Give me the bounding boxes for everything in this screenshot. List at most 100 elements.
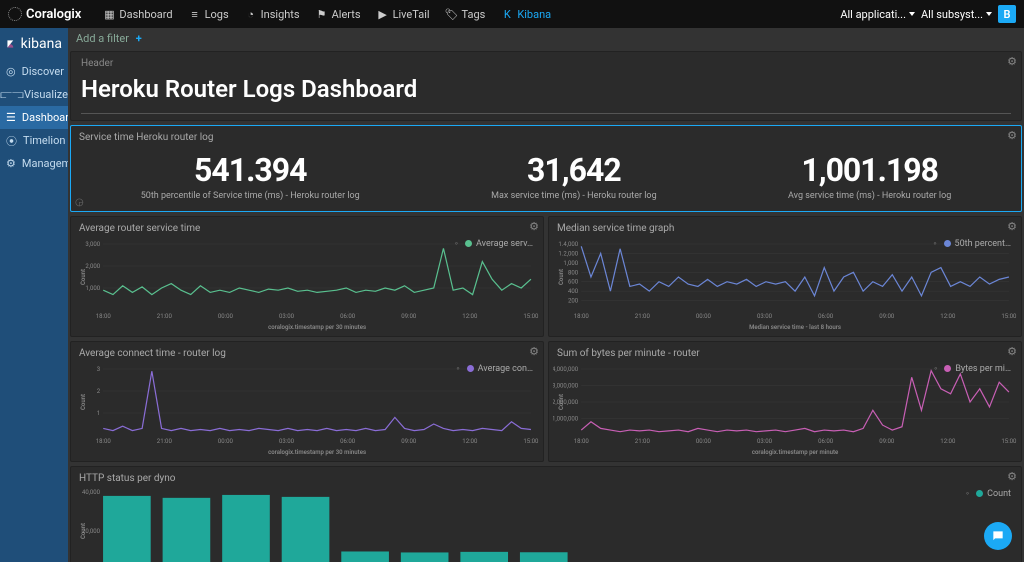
- svg-text:1,000: 1,000: [563, 260, 578, 267]
- chart-legend[interactable]: ◦50th percent…: [933, 238, 1011, 249]
- gear-icon[interactable]: ⚙: [1007, 220, 1017, 233]
- svg-text:06:00: 06:00: [818, 313, 834, 320]
- legend-label: Bytes per mi…: [955, 364, 1011, 374]
- gear-icon[interactable]: ⚙: [1007, 470, 1017, 483]
- svg-text:03:00: 03:00: [279, 313, 295, 320]
- brand-icon: [8, 7, 22, 21]
- spy-icon[interactable]: ◶: [75, 197, 84, 208]
- chart-legend[interactable]: ◦Bytes per mi…: [934, 363, 1011, 374]
- main: Add a filter + Header ⚙ Heroku Router Lo…: [68, 28, 1024, 562]
- logs-icon: ≡: [189, 8, 201, 20]
- metric: 541.394 50th percentile of Service time (…: [141, 151, 360, 201]
- sidebar-item-discover[interactable]: ◎Discover: [0, 60, 68, 83]
- svg-text:1,000,000: 1,000,000: [553, 416, 579, 423]
- chat-fab[interactable]: [984, 522, 1012, 550]
- header-panel: Header ⚙ Heroku Router Logs Dashboard: [70, 51, 1022, 121]
- svg-text:21:00: 21:00: [157, 313, 173, 320]
- nav-tags[interactable]: 🏷Tags: [438, 4, 494, 25]
- svg-text:00:00: 00:00: [696, 313, 712, 320]
- sidebar-item-dashboard[interactable]: ☰Dashboard: [0, 106, 68, 129]
- svg-text:coralogix.timestamp per 30 min: coralogix.timestamp per 30 minutes: [268, 324, 366, 331]
- svg-text:21:00: 21:00: [635, 313, 651, 320]
- bar[interactable]: [460, 552, 508, 562]
- gear-icon[interactable]: ⚙: [529, 220, 539, 233]
- svg-text:00:00: 00:00: [218, 438, 234, 445]
- svg-text:21:00: 21:00: [157, 438, 173, 445]
- svg-text:Count: Count: [80, 269, 87, 285]
- metric-label: Avg service time (ms) - Heroku router lo…: [788, 191, 951, 201]
- bar[interactable]: [222, 495, 270, 562]
- bar[interactable]: [341, 551, 389, 562]
- tags-icon: 🏷: [446, 8, 458, 20]
- kibana-brand: kibana: [0, 28, 68, 60]
- add-filter-label: Add a filter: [76, 32, 129, 45]
- line-chart: 2004006008001,0001.2,0001.4,00018:0021:0…: [553, 236, 1017, 332]
- svg-text:18:00: 18:00: [96, 313, 112, 320]
- header-panel-label: Header: [81, 58, 113, 69]
- svg-text:600: 600: [568, 279, 579, 286]
- metric-value: 541.394: [141, 151, 360, 189]
- metrics-panel: Service time Heroku router log ⚙ ◶ 541.3…: [70, 125, 1022, 212]
- chart-legend[interactable]: ◦Count: [966, 488, 1011, 499]
- svg-text:Count: Count: [558, 269, 565, 285]
- sidebar: kibana ◎Discover⫍⫎Visualize☰Dashboard⦿Ti…: [0, 28, 68, 562]
- gear-icon[interactable]: ⚙: [1007, 129, 1017, 142]
- chart-legend[interactable]: ◦Average serv…: [455, 238, 533, 249]
- sidebar-item-visualize[interactable]: ⫍⫎Visualize: [0, 83, 68, 106]
- nav-insights[interactable]: ◔Insights: [237, 4, 308, 25]
- nav-label: LiveTail: [393, 8, 430, 21]
- svg-text:12:00: 12:00: [940, 313, 956, 320]
- nav-dashboard[interactable]: ▦Dashboard: [95, 4, 180, 25]
- svg-text:00:00: 00:00: [696, 438, 712, 445]
- legend-label: 50th percent…: [955, 239, 1011, 249]
- alerts-icon: ⚑: [316, 8, 328, 20]
- gear-icon[interactable]: ⚙: [1007, 55, 1017, 68]
- bar[interactable]: [282, 497, 330, 562]
- median-service-panel: Median service time graph ⚙ ◦50th percen…: [548, 216, 1022, 337]
- sidebar-item-timelion[interactable]: ⦿Timelion: [0, 129, 68, 152]
- applications-dropdown[interactable]: All applicati...: [840, 8, 915, 21]
- gear-icon[interactable]: ⚙: [1007, 345, 1017, 358]
- svg-text:Count: Count: [80, 523, 87, 539]
- bar[interactable]: [401, 552, 449, 562]
- gear-icon[interactable]: ⚙: [529, 345, 539, 358]
- legend-label: Average con…: [478, 364, 533, 374]
- sidebar-item-label: Timelion: [23, 134, 65, 147]
- subsystems-dropdown[interactable]: All subsyst...: [921, 8, 992, 21]
- kibana-brand-text: kibana: [21, 36, 62, 52]
- nav-livetail[interactable]: ▶LiveTail: [369, 4, 438, 25]
- bar[interactable]: [163, 498, 211, 562]
- svg-text:12:00: 12:00: [940, 438, 956, 445]
- filter-bar[interactable]: Add a filter +: [68, 28, 1024, 49]
- user-avatar[interactable]: B: [998, 5, 1016, 23]
- kibana-icon: K: [501, 8, 513, 20]
- metric-label: Max service time (ms) - Heroku router lo…: [491, 191, 656, 201]
- dropdown-label: All applicati...: [840, 8, 906, 21]
- legend-label: Average serv…: [476, 239, 533, 249]
- bytes-per-minute-panel: Sum of bytes per minute - router ⚙ ◦Byte…: [548, 341, 1022, 462]
- chart-legend[interactable]: ◦Average con…: [456, 363, 533, 374]
- management-icon: ⚙: [6, 158, 16, 170]
- nav-logs[interactable]: ≡Logs: [181, 4, 237, 25]
- svg-text:coralogix.timestamp per 30 min: coralogix.timestamp per 30 minutes: [268, 449, 366, 456]
- svg-text:15:00: 15:00: [1001, 438, 1017, 445]
- panel-title: HTTP status per dyno: [75, 471, 1017, 486]
- dashboard-icon: ☰: [6, 112, 16, 124]
- http-status-panel: HTTP status per dyno ⚙ ◦Count 20,00040,0…: [70, 466, 1022, 562]
- bar-chart: 20,00040,000 Count Dyno-name200, HTTP st…: [75, 486, 1017, 562]
- topbar: Coralogix ▦Dashboard≡Logs◔Insights⚑Alert…: [0, 0, 1024, 28]
- svg-text:06:00: 06:00: [340, 438, 356, 445]
- sidebar-item-management[interactable]: ⚙Management: [0, 152, 68, 175]
- nav-kibana[interactable]: KKibana: [493, 4, 559, 25]
- svg-text:03:00: 03:00: [757, 313, 773, 320]
- svg-text:00:00: 00:00: [218, 313, 234, 320]
- svg-text:Median service time - last 8 h: Median service time - last 8 hours: [749, 324, 841, 331]
- bar[interactable]: [520, 552, 568, 562]
- kibana-icon: [6, 36, 15, 52]
- metric-value: 1,001.198: [788, 151, 951, 189]
- nav-alerts[interactable]: ⚑Alerts: [308, 4, 369, 25]
- panel-title: Average router service time: [75, 221, 539, 236]
- bar[interactable]: [103, 496, 151, 562]
- svg-text:12:00: 12:00: [462, 313, 478, 320]
- metric-label: 50th percentile of Service time (ms) - H…: [141, 191, 360, 201]
